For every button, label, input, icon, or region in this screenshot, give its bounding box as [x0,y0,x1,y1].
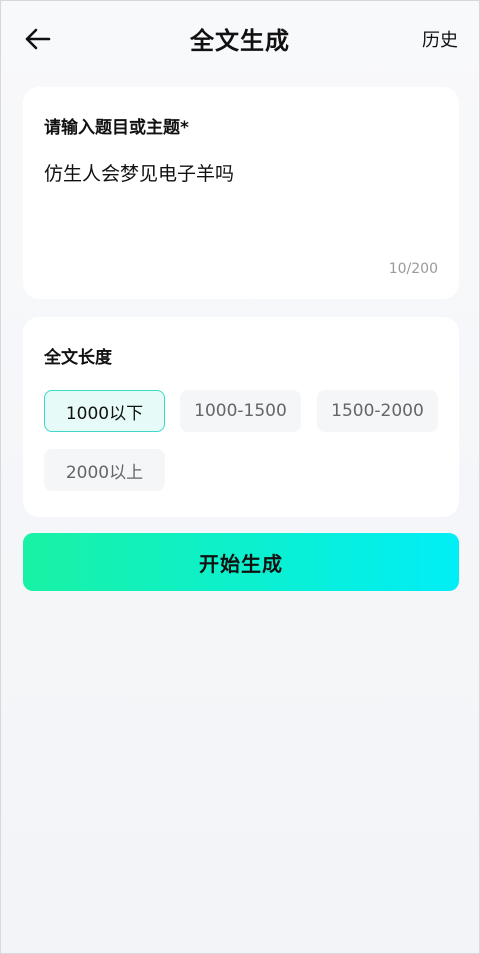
char-counter: 10/200 [388,261,438,277]
top-bar: 全文生成 历史 [1,1,479,77]
length-option-over-2000[interactable]: 2000以上 [44,449,165,491]
length-option-under-1000[interactable]: 1000以下 [44,390,165,432]
topic-card: 请输入题目或主题* 仿生人会梦见电子羊吗 10/200 [23,87,459,299]
length-label: 全文长度 [44,348,112,368]
topic-label: 请输入题目或主题* [44,118,189,138]
topic-input[interactable]: 仿生人会梦见电子羊吗 [44,159,438,186]
history-link[interactable]: 历史 [422,26,458,52]
length-option-1000-1500[interactable]: 1000-1500 [180,390,301,432]
length-card: 全文长度 1000以下 1000-1500 1500-2000 2000以上 [23,317,459,517]
length-option-1500-2000[interactable]: 1500-2000 [317,390,438,432]
start-generate-button[interactable]: 开始生成 [23,533,459,591]
page-title: 全文生成 [190,27,290,55]
app-screen: 全文生成 历史 请输入题目或主题* 仿生人会梦见电子羊吗 10/200 全文长度… [0,0,480,954]
